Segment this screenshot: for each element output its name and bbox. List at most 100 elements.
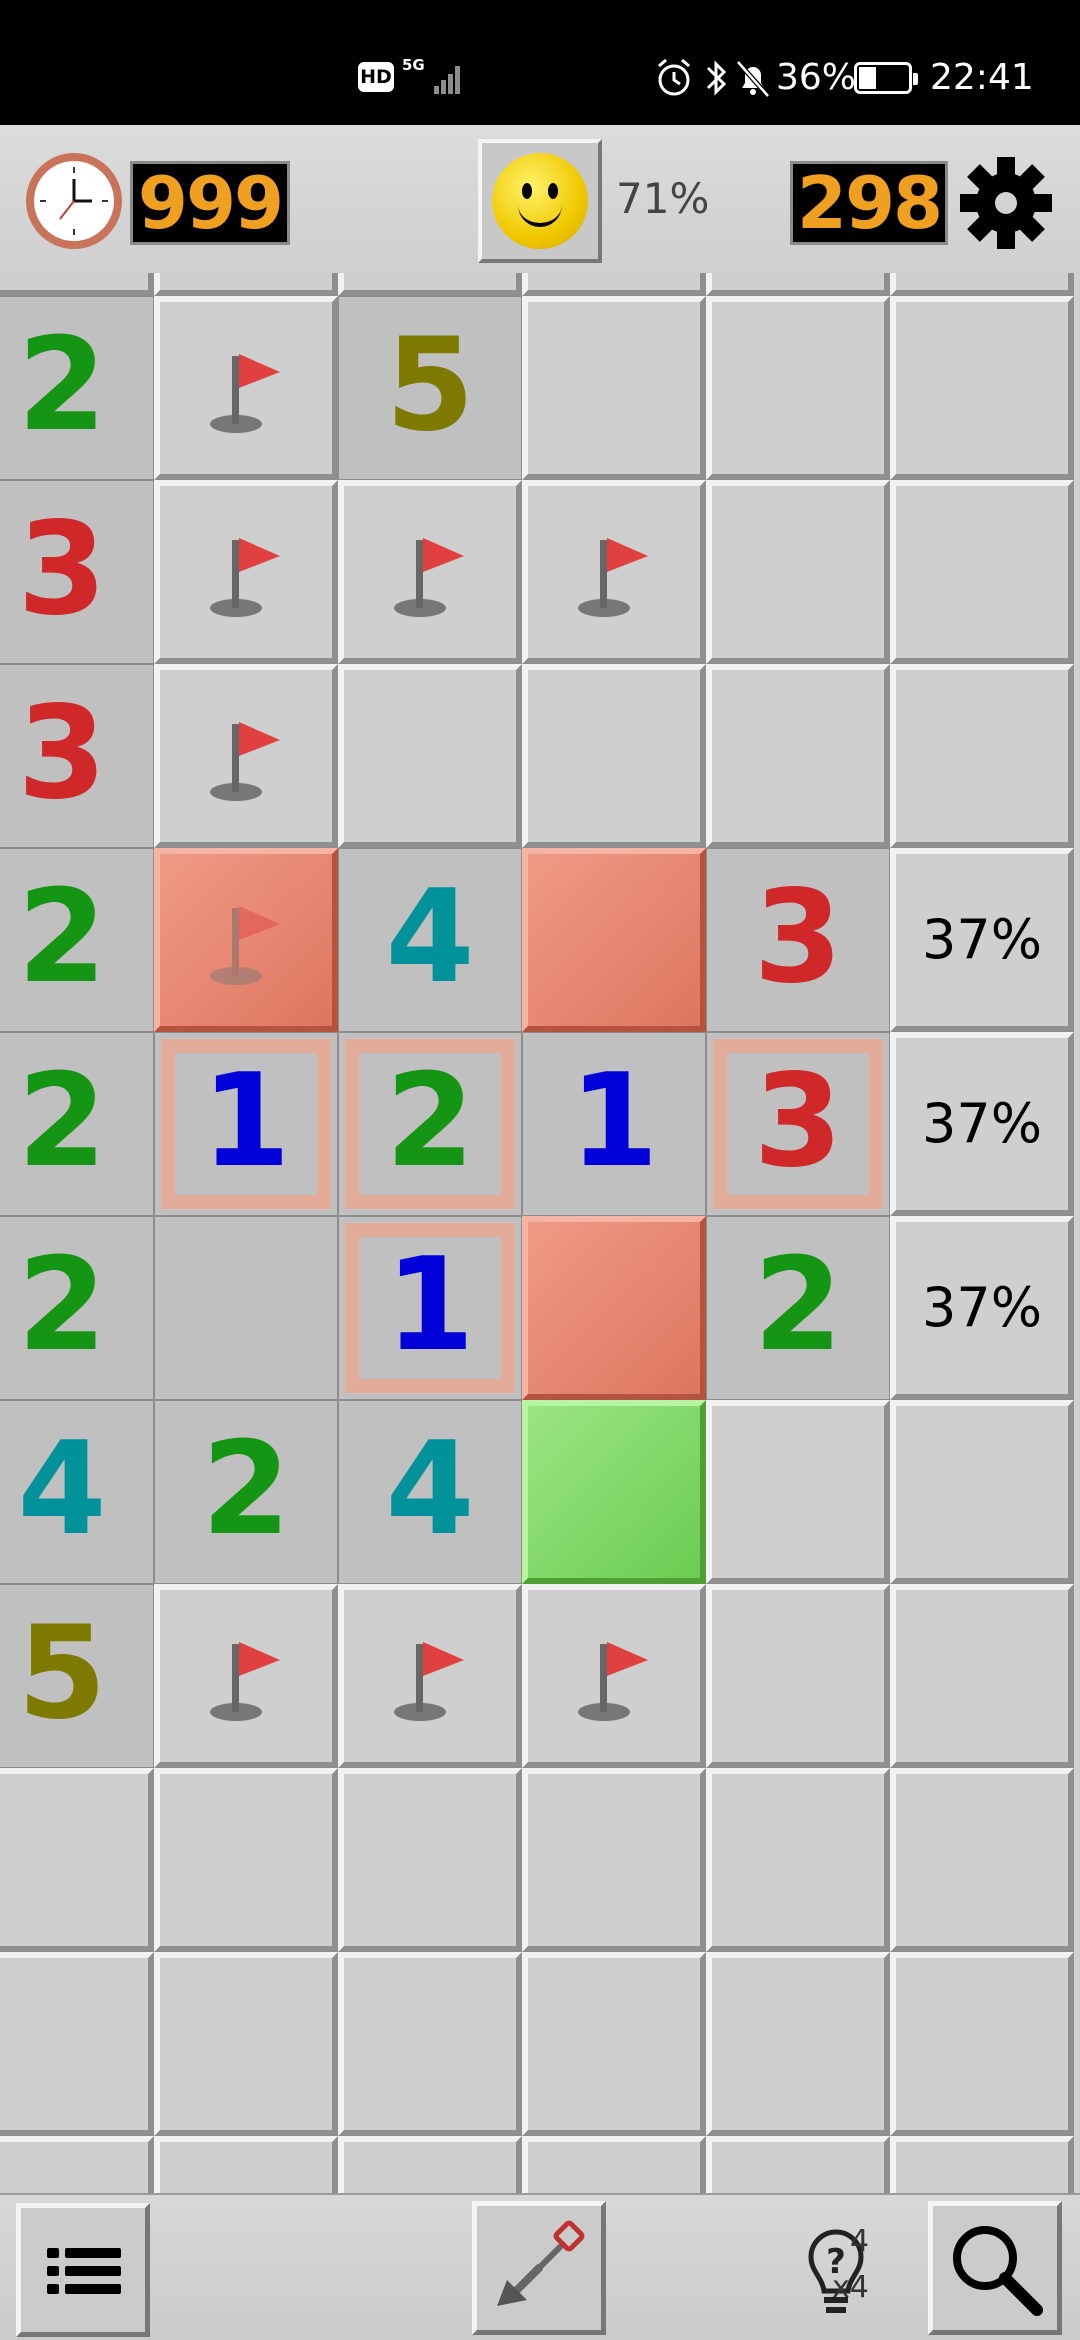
- flag-icon: [200, 894, 296, 990]
- mine-probability: 37%: [921, 908, 1043, 971]
- cell-covered[interactable]: [706, 1952, 890, 2136]
- flag-icon: [384, 526, 480, 622]
- cell-flagged[interactable]: [154, 664, 338, 848]
- cell-value: 4: [385, 863, 475, 1012]
- cell-covered[interactable]: [154, 1768, 338, 1952]
- cell-value: 4: [17, 1415, 107, 1564]
- cell-covered[interactable]: [890, 480, 1074, 664]
- cell-covered[interactable]: [0, 273, 154, 296]
- dig-mode-button[interactable]: [472, 2201, 606, 2335]
- cell-number[interactable]: 3: [0, 664, 154, 848]
- shovel-icon: [497, 2220, 585, 2306]
- cell-number-highlight[interactable]: 3: [706, 1032, 890, 1216]
- cell-flagged[interactable]: [522, 1584, 706, 1768]
- cell-covered[interactable]: [154, 2136, 338, 2193]
- cell-flagged[interactable]: [154, 1584, 338, 1768]
- cell-flagged-highlight[interactable]: [154, 848, 338, 1032]
- cell-covered[interactable]: [522, 273, 706, 296]
- cell-covered[interactable]: [338, 1768, 522, 1952]
- hint-bulb-icon[interactable]: ?: [776, 2209, 896, 2329]
- cell-covered[interactable]: [706, 1768, 890, 1952]
- cell-covered[interactable]: [0, 1768, 154, 1952]
- cell-covered[interactable]: [706, 480, 890, 664]
- cell-covered[interactable]: [522, 664, 706, 848]
- zoom-button[interactable]: [928, 2201, 1062, 2335]
- flag-icon: [568, 1630, 664, 1726]
- cell-value: 2: [17, 1047, 107, 1196]
- new-game-button[interactable]: [478, 139, 602, 263]
- mine-probability: 37%: [921, 1092, 1043, 1155]
- cell-number[interactable]: 4: [338, 1400, 522, 1584]
- mute-icon: [736, 60, 770, 98]
- cell-covered[interactable]: [522, 1768, 706, 1952]
- cell-number[interactable]: 5: [0, 1584, 154, 1768]
- cell-number-highlight[interactable]: 2: [338, 1032, 522, 1216]
- cell-flagged[interactable]: [154, 480, 338, 664]
- cell-number[interactable]: 2: [706, 1216, 890, 1400]
- cell-covered[interactable]: [338, 1952, 522, 2136]
- cell-number[interactable]: 2: [0, 296, 154, 480]
- cell-probability[interactable]: 37%: [890, 1216, 1074, 1400]
- menu-button[interactable]: [16, 2203, 150, 2337]
- cell-covered[interactable]: [338, 273, 522, 296]
- cell-safe-highlight[interactable]: [522, 1400, 706, 1584]
- cell-covered[interactable]: [706, 273, 890, 296]
- cell-value: 3: [753, 1047, 843, 1196]
- cell-number[interactable]: 4: [338, 848, 522, 1032]
- clock-icon: [26, 153, 122, 249]
- cell-number[interactable]: 1: [522, 1032, 706, 1216]
- cell-covered[interactable]: [706, 296, 890, 480]
- minefield-board[interactable]: 2 5 3 3 2 4 3 37% 2 1 2 1 3 37% 2 1 2 37% 4 2 4 5: [0, 273, 1080, 2193]
- cell-probability[interactable]: 37%: [890, 1032, 1074, 1216]
- cell-covered[interactable]: [706, 2136, 890, 2193]
- cell-number[interactable]: 3: [706, 848, 890, 1032]
- cell-covered[interactable]: [706, 1400, 890, 1584]
- cell-covered[interactable]: [522, 296, 706, 480]
- cell-covered[interactable]: [338, 2136, 522, 2193]
- cell-covered[interactable]: [706, 1584, 890, 1768]
- cell-number[interactable]: 2: [0, 1032, 154, 1216]
- cell-covered[interactable]: [890, 1584, 1074, 1768]
- cell-covered[interactable]: [890, 296, 1074, 480]
- cell-number[interactable]: 2: [154, 1400, 338, 1584]
- cell-covered[interactable]: [890, 1952, 1074, 2136]
- cell-covered[interactable]: [154, 273, 338, 296]
- flag-icon: [384, 1630, 480, 1726]
- cell-flagged[interactable]: [338, 1584, 522, 1768]
- cell-flagged[interactable]: [154, 296, 338, 480]
- cell-covered[interactable]: [890, 1768, 1074, 1952]
- cell-number[interactable]: 5: [338, 296, 522, 480]
- cell-covered[interactable]: [522, 2136, 706, 2193]
- cell-empty: [154, 1216, 338, 1400]
- cell-number[interactable]: 3: [0, 480, 154, 664]
- cell-covered[interactable]: [890, 1400, 1074, 1584]
- cell-mine-highlight[interactable]: [522, 1216, 706, 1400]
- mines-counter: 298: [790, 161, 948, 245]
- cell-value: 3: [17, 495, 107, 644]
- cell-number[interactable]: 2: [0, 1216, 154, 1400]
- cell-flagged[interactable]: [522, 480, 706, 664]
- flag-icon: [200, 342, 296, 438]
- cell-covered[interactable]: [890, 2136, 1074, 2193]
- cell-number[interactable]: 2: [0, 848, 154, 1032]
- cell-covered[interactable]: [0, 1952, 154, 2136]
- clock-time: 22:41: [930, 57, 1034, 98]
- gear-icon[interactable]: [958, 155, 1054, 251]
- cell-covered[interactable]: [154, 1952, 338, 2136]
- hint-multiplier: x4: [832, 2270, 869, 2305]
- cell-number[interactable]: 4: [0, 1400, 154, 1584]
- cell-covered[interactable]: [338, 664, 522, 848]
- cell-probability[interactable]: 37%: [890, 848, 1074, 1032]
- cell-covered[interactable]: [890, 273, 1074, 296]
- hint-count: 4: [850, 2224, 870, 2259]
- cell-number-highlight[interactable]: 1: [154, 1032, 338, 1216]
- cell-covered[interactable]: [0, 2136, 154, 2193]
- cell-value: 5: [385, 311, 475, 460]
- cell-flagged[interactable]: [338, 480, 522, 664]
- cell-mine-highlight[interactable]: [522, 848, 706, 1032]
- cell-covered[interactable]: [706, 664, 890, 848]
- flag-icon: [200, 1630, 296, 1726]
- cell-number-highlight[interactable]: 1: [338, 1216, 522, 1400]
- cell-covered[interactable]: [890, 664, 1074, 848]
- cell-covered[interactable]: [522, 1952, 706, 2136]
